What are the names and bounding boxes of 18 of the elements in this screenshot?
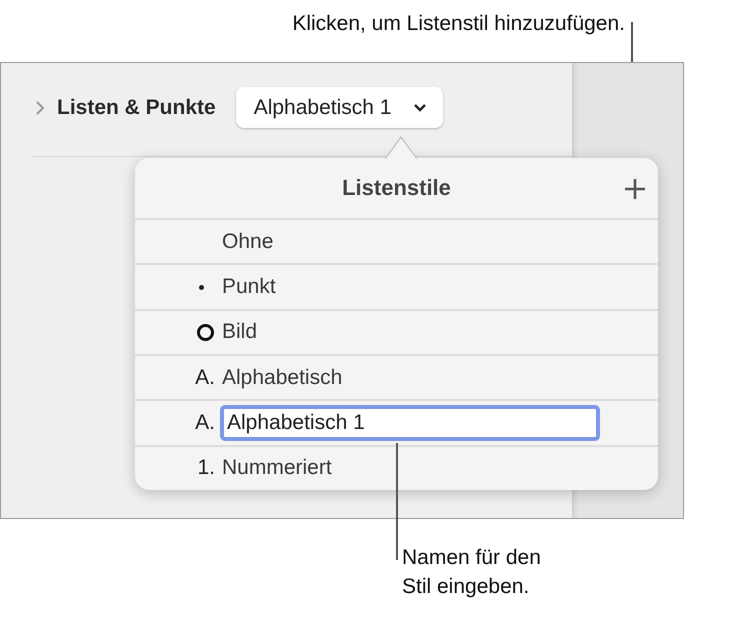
chevron-down-icon: [413, 103, 428, 112]
list-marker: 1.: [197, 456, 215, 480]
list-marker: A.: [195, 366, 215, 390]
list-style-dropdown[interactable]: Alphabetisch 1: [236, 87, 444, 128]
list-style-item[interactable]: Bild: [220, 320, 258, 344]
list-style-item[interactable]: Alphabetisch: [220, 366, 342, 390]
popover-title: Listenstile: [342, 175, 451, 202]
circle-icon: [197, 324, 214, 341]
bullet-icon: [199, 284, 204, 290]
section-title: Listen & Punkte: [57, 96, 216, 120]
list-style-item[interactable]: Nummeriert: [220, 456, 332, 480]
name-input-field[interactable]: Alphabetisch 1: [220, 405, 600, 442]
callout-text: Namen für den Stil eingeben.: [402, 545, 542, 600]
list-style-item[interactable]: Ohne: [220, 230, 274, 254]
callout-text: Klicken, um Listenstil hinzuzufügen.: [292, 12, 625, 36]
list-marker: A.: [195, 411, 215, 436]
add-icon[interactable]: [624, 178, 646, 200]
list-style-item[interactable]: Punkt: [220, 275, 276, 300]
